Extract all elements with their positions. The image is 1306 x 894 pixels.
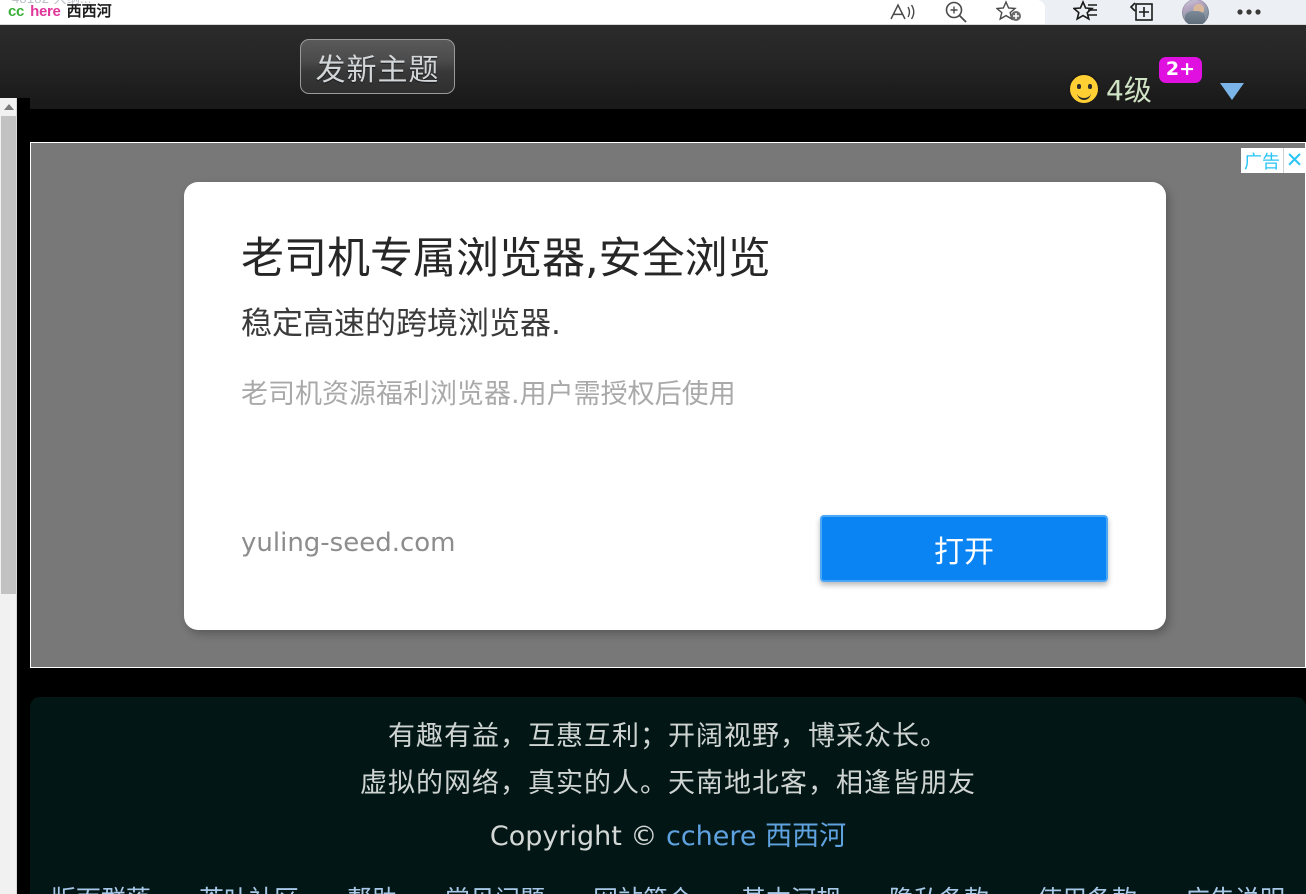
footer-link-ads[interactable]: 广告说明 [1185, 880, 1285, 894]
ad-domain-label: yuling-seed.com [241, 528, 456, 558]
notification-badge[interactable]: 2+ [1158, 57, 1202, 83]
copyright-prefix: Copyright © [489, 821, 658, 852]
avatar-image [1181, 0, 1209, 26]
footer-link-about[interactable]: 网站简介 [593, 880, 693, 894]
ad-description: 老司机资源福利浏览器.用户需授权后使用 [241, 379, 736, 410]
settings-more-icon[interactable] [1222, 0, 1276, 24]
logo-cc-text: cc [8, 3, 25, 20]
scroll-up-arrow-icon[interactable] [0, 98, 17, 115]
footer-link-rules[interactable]: 基本河规 [741, 880, 841, 894]
profile-avatar[interactable] [1168, 0, 1222, 26]
close-icon[interactable]: ✕ [1283, 148, 1305, 173]
zoom-search-icon[interactable] [929, 0, 983, 24]
footer-link-faq[interactable]: 常见问题 [445, 880, 545, 894]
scrollbar-thumb[interactable] [1, 116, 16, 594]
browser-chrome: 48182-大纲... cchere 西西河 [0, 0, 1306, 26]
footer-link-forums[interactable]: 版面群落 [51, 880, 151, 894]
ad-label: 广告 [1241, 148, 1283, 173]
read-aloud-icon[interactable] [875, 0, 929, 24]
ad-card[interactable]: 老司机专属浏览器,安全浏览 稳定高速的跨境浏览器. 老司机资源福利浏览器.用户需… [184, 182, 1166, 630]
site-footer: 有趣有益，互惠互利；开阔视野，博采众长。 虚拟的网络，真实的人。天南地北客，相逢… [30, 697, 1306, 894]
logo-here-text: here [30, 3, 61, 20]
footer-link-help[interactable]: 帮助 [347, 880, 397, 894]
footer-link-tea-community[interactable]: 茶叶社区 [199, 880, 299, 894]
ad-subtitle: 稳定高速的跨境浏览器. [241, 306, 561, 342]
ad-open-button[interactable]: 打开 [820, 515, 1108, 582]
advertisement-container: 广告 ✕ 老司机专属浏览器,安全浏览 稳定高速的跨境浏览器. 老司机资源福利浏览… [30, 142, 1306, 668]
browser-toolbar-right-group [1060, 0, 1276, 26]
ad-headline: 老司机专属浏览器,安全浏览 [241, 234, 771, 284]
user-level-label: 4级 [1106, 74, 1152, 107]
collections-icon[interactable] [1060, 0, 1114, 24]
browser-tab-title[interactable]: cc here 西西河 [8, 0, 112, 24]
footer-slogan-line-1: 有趣有益，互惠互利；开阔视野，博采众长。 [388, 721, 948, 752]
caret-down-icon[interactable] [1220, 82, 1244, 100]
ad-label-group: 广告 ✕ [1241, 148, 1305, 173]
copyright-site-link[interactable]: cchere 西西河 [666, 821, 846, 852]
user-menu[interactable]: 4级 2+ [1068, 57, 1244, 109]
page-gutter [17, 98, 30, 894]
footer-slogan-line-2: 虚拟的网络，真实的人。天南地北客，相逢皆朋友 [360, 768, 976, 799]
footer-links: 版面群落 茶叶社区 帮助 常见问题 网站简介 基本河规 隐私条款 使用条款 广告… [30, 880, 1306, 894]
split-screen-icon[interactable] [1114, 0, 1168, 24]
browser-toolbar-left-group [875, 0, 1037, 24]
add-favorite-icon[interactable] [983, 0, 1037, 24]
vertical-scrollbar[interactable] [0, 98, 17, 894]
forum-nav-bar: 发新主题 4级 2+ [0, 24, 1306, 109]
new-topic-button[interactable]: 发新主题 [300, 39, 455, 94]
footer-link-privacy[interactable]: 隐私条款 [889, 880, 989, 894]
logo-chinese-text: 西西河 [66, 3, 112, 20]
smiley-face-icon [1068, 73, 1101, 105]
footer-link-terms[interactable]: 使用条款 [1037, 880, 1137, 894]
footer-copyright: Copyright © cchere 西西河 [30, 823, 1306, 850]
